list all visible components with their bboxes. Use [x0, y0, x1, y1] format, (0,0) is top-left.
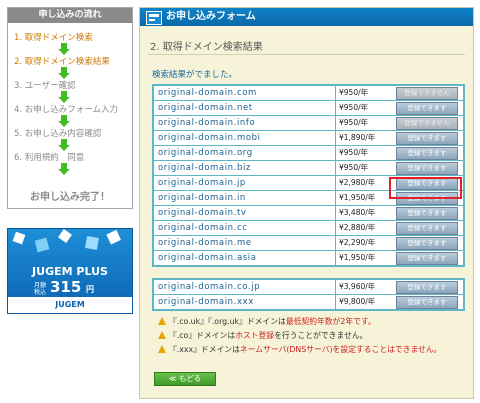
- domain-row: original-domain.biz ¥950/年 登録できます: [154, 161, 463, 176]
- domain-row: original-domain.com ¥950/年 登録できません: [154, 86, 463, 101]
- domain-row: original-domain.mobi ¥1,890/年 登録できます: [154, 131, 463, 146]
- domain-price: ¥2,880/年: [335, 221, 389, 235]
- flow-step-3: 3. ユーザー確認: [14, 81, 76, 91]
- note-co: 『.co』ドメインはホスト登録を行うことができません。: [158, 330, 367, 341]
- domain-name: original-domain.in: [158, 193, 246, 203]
- banner-yen: 円: [86, 285, 94, 294]
- domain-name: original-domain.org: [158, 148, 253, 158]
- domain-price: ¥950/年: [335, 101, 389, 115]
- form-icon: [146, 11, 162, 25]
- domain-price: ¥3,960/年: [335, 280, 389, 294]
- domain-price: ¥1,950/年: [335, 251, 389, 265]
- application-form-panel: お申し込みフォーム 2. 取得ドメイン検索結果 検索結果がでました。 origi…: [139, 7, 474, 399]
- host-registration-link[interactable]: ホスト登録: [235, 331, 274, 340]
- register-button[interactable]: 登録できます: [396, 207, 458, 220]
- domain-row: original-domain.org ¥950/年 登録できます: [154, 146, 463, 161]
- flow-step-1: 1. 取得ドメイン検索: [14, 33, 93, 43]
- domain-price: ¥950/年: [335, 86, 389, 100]
- warning-icon: [158, 331, 166, 339]
- register-button: 登録できません: [396, 87, 458, 100]
- search-notice: 検索結果がでました。: [152, 70, 238, 80]
- domain-price: ¥2,980/年: [335, 176, 389, 190]
- domain-price: ¥950/年: [335, 146, 389, 160]
- domain-results-table-2: original-domain.co.jp ¥3,960/年 登録できます origi…: [152, 278, 465, 311]
- domain-price: ¥1,950/年: [335, 191, 389, 205]
- flow-step-4: 4. お申し込みフォーム入力: [14, 105, 119, 115]
- domain-price: ¥3,480/年: [335, 206, 389, 220]
- warning-icon: [158, 345, 166, 353]
- domain-price: ¥2,290/年: [335, 236, 389, 250]
- section-divider: [148, 54, 465, 55]
- domain-price: ¥9,800/年: [335, 295, 389, 309]
- flow-steps-box: 申し込みの流れ 1. 取得ドメイン検索 2. 取得ドメイン検索結果 3. ユーザー確…: [7, 7, 133, 209]
- note-xxx: 『.xxx』ドメインはネームサーバ(DNSサーバ)を設定することはできません。: [158, 344, 441, 355]
- domain-name: original-domain.net: [158, 103, 253, 113]
- domain-name: original-domain.xxx: [158, 297, 254, 307]
- warning-icon: [158, 317, 166, 325]
- domain-name: original-domain.biz: [158, 163, 251, 173]
- domain-name: original-domain.asia: [158, 253, 257, 263]
- domain-row: original-domain.tv ¥3,480/年 登録できます: [154, 206, 463, 221]
- domain-row: original-domain.me ¥2,290/年 登録できます: [154, 236, 463, 251]
- flow-steps-title: 申し込みの流れ: [8, 8, 132, 23]
- domain-price: ¥950/年: [335, 116, 389, 130]
- flow-step-done: お申し込み完了！: [30, 192, 110, 203]
- domain-row: original-domain.xxx ¥9,800/年 登録できます: [154, 295, 463, 309]
- flow-step-2: 2. 取得ドメイン検索結果: [14, 57, 110, 67]
- domain-price: ¥950/年: [335, 161, 389, 175]
- register-button[interactable]: 登録できます: [396, 102, 458, 115]
- highlight-box: [389, 177, 462, 199]
- domain-row: original-domain.info ¥950/年 登録できません: [154, 116, 463, 131]
- jugem-plus-banner[interactable]: JUGEM PLUS 月額 税込 315 円 JUGEM: [7, 228, 133, 314]
- banner-decoration-icon: [12, 229, 121, 253]
- register-button[interactable]: 登録できます: [396, 162, 458, 175]
- section-title: 2. 取得ドメイン検索結果: [150, 42, 263, 53]
- banner-logo: JUGEM: [8, 297, 132, 313]
- domain-name: original-domain.mobi: [158, 133, 261, 143]
- domain-name: original-domain.tv: [158, 208, 247, 218]
- domain-price: ¥1,890/年: [335, 131, 389, 145]
- register-button[interactable]: 登録できます: [396, 252, 458, 265]
- back-button[interactable]: ≪ もどる: [154, 372, 216, 386]
- domain-name: original-domain.me: [158, 238, 252, 248]
- register-button[interactable]: 登録できます: [396, 222, 458, 235]
- form-header: お申し込みフォーム: [140, 8, 473, 26]
- domain-name: original-domain.cc: [158, 223, 248, 233]
- register-button: 登録できません: [396, 117, 458, 130]
- domain-name: original-domain.jp: [158, 178, 246, 188]
- domain-row: original-domain.net ¥950/年 登録できます: [154, 101, 463, 116]
- banner-monthly-label: 月額 税込: [34, 282, 47, 296]
- flow-step-6: 6. 利用規約 同意: [14, 153, 85, 163]
- register-button[interactable]: 登録できます: [396, 296, 458, 309]
- register-button[interactable]: 登録できます: [396, 132, 458, 145]
- domain-row: original-domain.asia ¥1,950/年 登録できます: [154, 251, 463, 265]
- flow-step-5: 5. お申し込み内容確認: [14, 129, 102, 139]
- banner-price: 315: [50, 278, 82, 296]
- form-title: お申し込みフォーム: [166, 11, 256, 22]
- register-button[interactable]: 登録できます: [396, 281, 458, 294]
- register-button[interactable]: 登録できます: [396, 237, 458, 250]
- domain-name: original-domain.info: [158, 118, 256, 128]
- domain-row: original-domain.cc ¥2,880/年 登録できます: [154, 221, 463, 236]
- domain-name: original-domain.co.jp: [158, 282, 261, 292]
- note-uk: 『.co.uk』『.org.uk』ドメインは最低契約年数が2年です。: [158, 316, 376, 327]
- register-button[interactable]: 登録できます: [396, 147, 458, 160]
- domain-name: original-domain.com: [158, 88, 257, 98]
- domain-row: original-domain.co.jp ¥3,960/年 登録できます: [154, 280, 463, 295]
- domain-results-table: original-domain.com ¥950/年 登録できません original…: [152, 84, 465, 267]
- banner-brand: JUGEM PLUS: [32, 265, 108, 278]
